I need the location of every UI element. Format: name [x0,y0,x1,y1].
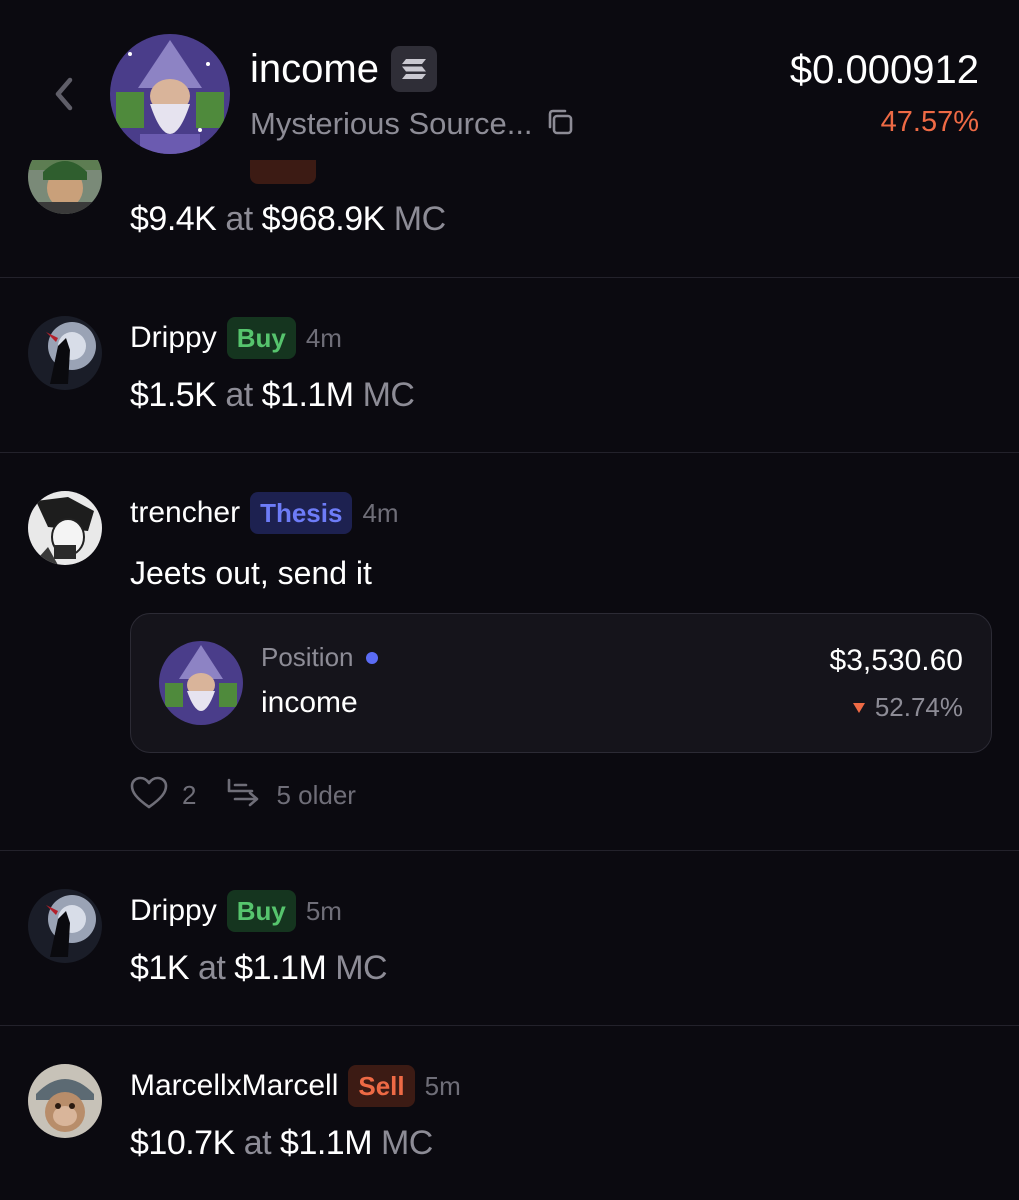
token-avatar [159,641,243,725]
buy-badge: Buy [226,890,296,932]
feed-post[interactable]: trencher Thesis 4m Jeets out, send it Po… [0,453,1019,850]
username[interactable]: Drippy [130,321,217,355]
market-cap-value: $1.1M [234,949,327,987]
thread-arrow-icon [226,777,262,814]
token-price: $0.000912 [789,48,979,92]
token-name: income [250,46,379,91]
token-change: 47.57% [880,106,979,138]
username[interactable]: MarcellxMarcell [130,1069,338,1103]
market-cap-value: $968.9K [261,200,386,238]
like-button[interactable]: 2 [130,776,196,815]
trade-at: at [197,949,226,987]
status-dot [365,651,378,664]
post-header: trencher Thesis 4m [130,491,399,535]
avatar[interactable] [28,491,102,565]
buy-badge: Buy [226,317,296,359]
position-change-row: 52.74% [852,692,963,723]
token-avatar[interactable] [110,34,230,154]
trade-summary: $10.7K at $1.1M MC [130,1124,433,1163]
solana-icon [390,46,437,92]
activity-feed: $9.4K at $968.9K MC Drippy Buy 4m $1.5K … [0,0,1019,1200]
position-label: Position [261,642,354,672]
username[interactable]: Drippy [130,894,217,928]
like-count: 2 [182,779,197,810]
token-subtitle: Mysterious Source... [250,106,533,141]
trade-amount: $9.4K [130,200,217,238]
chevron-left-icon [48,77,80,118]
hidden-badge [250,160,316,184]
post-header: Drippy Buy 5m [130,889,342,933]
position-value: $3,530.60 [829,644,963,677]
copy-icon[interactable] [545,107,575,142]
timestamp: 5m [424,1070,461,1101]
trade-summary: $9.4K at $968.9K MC [130,200,446,239]
down-triangle-icon [852,702,865,713]
feed-post[interactable]: MarcellxMarcell Sell 5m $10.7K at $1.1M … [0,1026,1019,1200]
username[interactable]: trencher [130,496,240,530]
timestamp: 5m [305,895,342,926]
post-actions: 2 5 older [130,775,356,815]
avatar[interactable] [28,316,102,390]
post-text: Jeets out, send it [130,555,372,591]
timestamp: 4m [362,497,399,528]
timestamp: 4m [305,322,342,353]
position-label-row: Position [261,642,378,673]
avatar[interactable] [28,1064,102,1138]
token-name-row: income [250,46,437,92]
heart-icon [130,776,168,815]
trade-amount: $1.5K [130,376,217,414]
post-header: Drippy Buy 4m [130,316,342,360]
sell-badge: Sell [348,1065,415,1107]
feed-post[interactable]: Drippy Buy 4m $1.5K at $1.1M MC [0,278,1019,452]
feed-post[interactable]: Drippy Buy 5m $1K at $1.1M MC [0,851,1019,1025]
older-count: 5 older [276,779,356,810]
position-change: 52.74% [874,692,963,722]
older-posts-button[interactable]: 5 older [226,777,356,814]
market-cap-label: MC [393,200,446,238]
trade-at: at [243,1124,272,1162]
trade-amount: $1K [130,949,190,987]
token-header: income Mysterious Source... $0.000912 47… [0,0,1019,160]
market-cap-label: MC [362,376,415,414]
position-token-name: income [261,686,358,719]
market-cap-value: $1.1M [261,376,355,414]
position-card[interactable]: Position income $3,530.60 52.74% [130,613,992,753]
token-subtitle-row: Mysterious Source... [250,106,575,142]
post-header: MarcellxMarcell Sell 5m [130,1064,461,1108]
trade-at: at [225,376,253,414]
trade-at: at [225,200,253,238]
market-cap-label: MC [380,1124,433,1162]
trade-summary: $1K at $1.1M MC [130,949,388,988]
thesis-badge: Thesis [250,492,353,534]
back-button[interactable] [48,74,80,119]
trade-summary: $1.5K at $1.1M MC [130,376,415,415]
market-cap-value: $1.1M [280,1124,373,1162]
market-cap-label: MC [335,949,388,987]
avatar[interactable] [28,889,102,963]
trade-amount: $10.7K [130,1124,235,1162]
